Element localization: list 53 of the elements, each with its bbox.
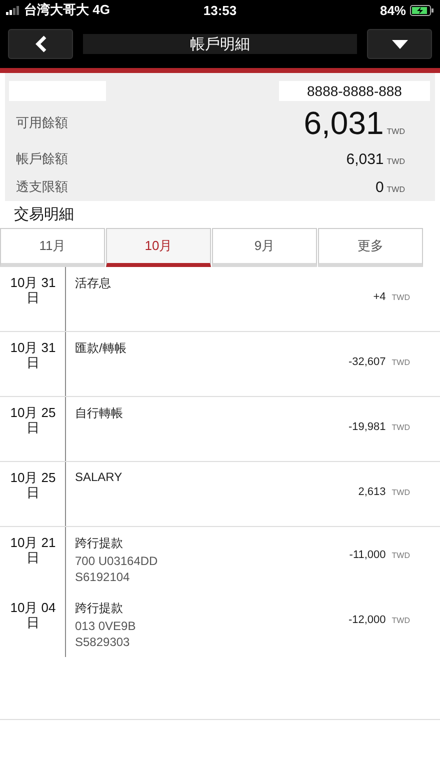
balance-amount: 0 [375, 178, 384, 196]
carrier-label: 台湾大哥大 4G [24, 1, 110, 19]
transaction-date: 10月 31 日 [10, 340, 56, 370]
status-time: 13:53 [203, 2, 237, 18]
transaction-description: 活存息 [75, 275, 112, 292]
transaction-description: 匯款/轉帳 [75, 340, 128, 357]
balance-label: 帳戶餘額 [16, 150, 68, 168]
section-title: 交易明細 [5, 201, 435, 228]
balance-amount: 6,031 [304, 104, 384, 142]
transaction-amount: -11,000 [349, 549, 386, 561]
transaction-date: 10月 21 日 [10, 535, 56, 565]
currency-label: TWD [392, 551, 410, 560]
transaction-date: 10月 25 日 [10, 405, 56, 435]
page-title: 帳戶明細 [83, 34, 357, 54]
transaction-detail: 013 0VE9B [75, 619, 137, 633]
signal-icon [6, 6, 20, 14]
transaction-date: 10月 31 日 [10, 275, 56, 305]
currency-label: TWD [386, 126, 405, 136]
month-tab[interactable]: 10月 [106, 228, 211, 267]
transaction-description: 自行轉帳 [75, 405, 124, 422]
currency-label: TWD [392, 358, 410, 367]
transaction-description: SALARY [75, 470, 124, 484]
transaction-description: 跨行提款 [75, 600, 124, 617]
battery-icon [410, 4, 434, 16]
transaction-detail: S5829303 [75, 635, 131, 649]
transaction-amount: -32,607 [348, 356, 386, 368]
currency-label: TWD [392, 423, 410, 432]
transaction-amount: -19,981 [348, 421, 386, 433]
transaction-detail: 700 U03164DD [75, 554, 159, 568]
currency-label: TWD [392, 293, 410, 302]
transaction-date: 10月 25 日 [10, 470, 56, 500]
transaction-description: 跨行提款 [75, 535, 124, 552]
account-number: 8888-8888-888 [279, 81, 430, 101]
currency-label: TWD [392, 488, 410, 497]
currency-label: TWD [386, 156, 405, 166]
back-button[interactable] [8, 29, 73, 59]
transaction-date: 10月 04 日 [10, 600, 56, 630]
currency-label: TWD [392, 616, 410, 625]
transaction-amount: +4 [373, 291, 386, 303]
transaction-amount: 2,613 [358, 486, 386, 498]
currency-label: TWD [386, 184, 405, 194]
transaction-amount: -12,000 [348, 614, 386, 626]
balance-label: 透支限額 [16, 178, 68, 196]
caret-icon [392, 40, 408, 48]
month-tab[interactable]: 11月 [0, 228, 105, 267]
month-tab[interactable]: 9月 [212, 228, 317, 267]
transaction-detail: S6192104 [75, 570, 131, 584]
battery-percent: 84% [380, 2, 406, 18]
dropdown-button[interactable] [367, 29, 432, 59]
month-tab[interactable]: 更多 [318, 228, 423, 267]
back-chevron-icon [34, 35, 48, 53]
balance-label: 可用餘額 [16, 114, 68, 132]
balance-amount: 6,031 [346, 150, 384, 168]
